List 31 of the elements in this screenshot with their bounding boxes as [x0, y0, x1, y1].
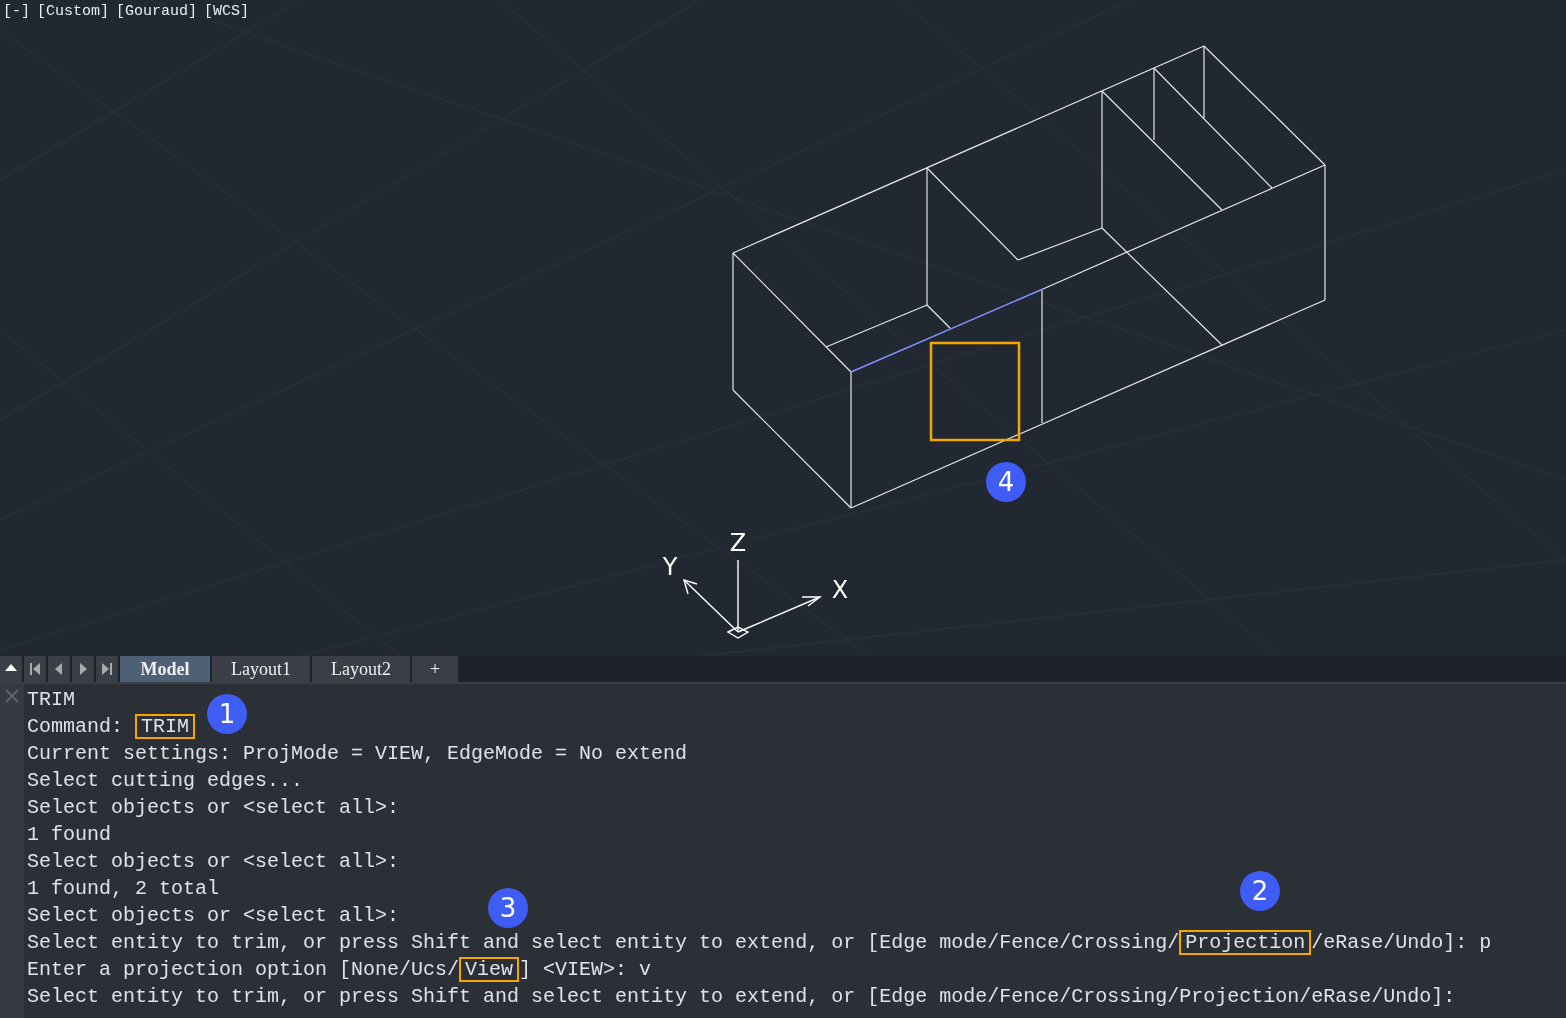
ucs-axis-icon	[682, 559, 823, 639]
highlighted-text: TRIM	[135, 714, 196, 739]
highlighted-text: Projection	[1179, 930, 1312, 955]
layout-tab[interactable]: Layout1	[212, 656, 310, 682]
layout-tab[interactable]: Model	[120, 656, 210, 682]
first-page-icon[interactable]	[24, 656, 46, 682]
axis-label: X	[831, 576, 849, 604]
command-text: Select objects or <select all>:	[27, 850, 400, 873]
layout-tab[interactable]: Layout2	[312, 656, 410, 682]
viewport-control[interactable]: [Custom]	[37, 3, 110, 20]
last-page-icon[interactable]	[96, 656, 118, 682]
axis-label: Z	[729, 529, 747, 557]
command-text: TRIM	[27, 688, 75, 711]
viewport-control[interactable]: [WCS]	[204, 3, 250, 20]
add-tab-button[interactable]: +	[412, 656, 458, 682]
viewport-control[interactable]: [Gouraud]	[116, 3, 198, 20]
command-text: Select objects or <select all>:	[27, 796, 400, 819]
highlighted-text: View	[459, 957, 520, 982]
command-text: Select cutting edges...	[27, 769, 304, 792]
command-text: Enter a projection option [None/Ucs/	[27, 958, 460, 981]
command-text: Select entity to trim, or press Shift and select entity to extend, or [Edge mode/Fence/Crossing/	[27, 931, 1180, 954]
command-text: ] <VIEW>: v	[519, 958, 652, 981]
command-text: Current settings: ProjMode = VIEW, EdgeMode = No extend	[27, 742, 688, 765]
command-text: Select objects or <select all>:	[27, 904, 400, 927]
command-text: 1 found	[27, 823, 111, 846]
command-text: Select entity to trim, or press Shift and select entity to extend, or [Edge mode/Fence/Crossing/Projection/eRase/Undo]:	[27, 985, 1456, 1008]
command-text: /eRase/Undo]: p	[1311, 931, 1492, 954]
command-text: Command:	[27, 715, 124, 738]
command-text: 1 found, 2 total	[27, 877, 220, 900]
axis-label: Y	[662, 553, 678, 581]
viewport-control[interactable]: [-]	[3, 3, 30, 20]
